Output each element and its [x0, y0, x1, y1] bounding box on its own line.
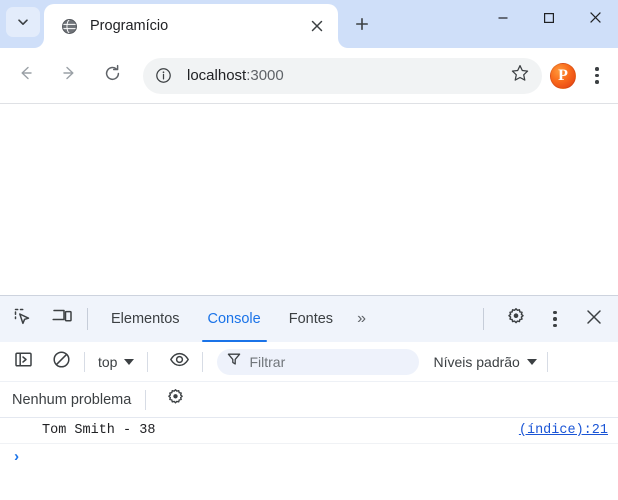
execution-context-selector[interactable]: top [93, 351, 139, 373]
star-icon [511, 64, 529, 87]
browser-menu-button[interactable] [582, 59, 612, 93]
devtools-panel: Elementos Console Fontes » top Filtrar N… [0, 295, 618, 500]
execution-context-label: top [98, 353, 118, 370]
eye-icon [169, 349, 190, 375]
devtools-tabbar: Elementos Console Fontes » [0, 296, 618, 342]
tab-search-button[interactable] [6, 7, 40, 37]
close-icon [586, 309, 602, 330]
arrow-left-icon [17, 64, 35, 87]
tab-fontes[interactable]: Fontes [275, 296, 347, 342]
window-minimize-button[interactable] [480, 0, 526, 40]
toolbar-divider [202, 351, 204, 372]
console-sidebar-toggle-button[interactable] [8, 347, 38, 377]
minimize-icon [497, 11, 509, 29]
new-tab-button[interactable] [348, 12, 376, 40]
console-source-link[interactable]: (índice):21 [519, 423, 608, 438]
clear-console-icon [52, 350, 71, 374]
console-filter-placeholder: Filtrar [249, 353, 286, 370]
maximize-icon [543, 11, 555, 29]
device-toolbar-icon [51, 306, 73, 332]
prompt-caret-icon: › [12, 448, 22, 466]
forward-button[interactable] [52, 59, 86, 93]
browser-titlebar: Programício [0, 0, 618, 48]
console-message-text: Tom Smith - 38 [42, 423, 156, 438]
filter-funnel-icon [227, 352, 241, 371]
console-input-prompt[interactable]: › [0, 444, 618, 470]
devtools-tabbar-right [474, 303, 618, 335]
inspect-element-icon [13, 307, 33, 332]
chevron-down-icon [124, 358, 135, 365]
console-sidebar-icon [14, 350, 33, 374]
three-dots-vertical-icon [553, 310, 557, 328]
url-host: localhost [187, 67, 247, 84]
console-toolbar: top Filtrar Níveis padrão [0, 342, 618, 382]
reload-button[interactable] [95, 59, 129, 93]
toolbar-divider [546, 351, 548, 372]
tab-close-button[interactable] [304, 13, 330, 39]
globe-icon [60, 17, 78, 35]
live-expression-button[interactable] [164, 347, 194, 377]
three-dots-vertical-icon [595, 67, 599, 84]
console-message-row[interactable]: Tom Smith - 38 (índice):21 [0, 418, 618, 444]
window-maximize-button[interactable] [526, 0, 572, 40]
arrow-right-icon [60, 64, 78, 87]
window-close-button[interactable] [572, 0, 618, 40]
browser-toolbar: localhost:3000 P [0, 48, 618, 104]
profile-avatar[interactable]: P [550, 62, 576, 89]
clear-console-button[interactable] [46, 347, 76, 377]
tab-label: Elementos [111, 311, 180, 327]
url-port: :3000 [246, 67, 284, 84]
tab-label: Console [207, 311, 261, 327]
browser-window: Programício localhost:3000 P Elementos C… [0, 0, 618, 500]
chevron-down-icon [16, 15, 30, 29]
window-controls [480, 0, 618, 40]
page-viewport [0, 105, 618, 295]
info-circle-icon[interactable] [151, 64, 175, 88]
address-bar[interactable]: localhost:3000 [143, 57, 542, 94]
inspect-element-button[interactable] [7, 303, 39, 335]
toolbar-divider [145, 389, 147, 410]
browser-tab[interactable]: Programício [44, 4, 338, 48]
plus-icon [355, 17, 369, 36]
chevron-down-icon [526, 358, 537, 365]
log-levels-label: Níveis padrão [433, 353, 520, 370]
tab-console[interactable]: Console [194, 296, 275, 342]
url-text: localhost:3000 [187, 67, 505, 84]
bookmark-button[interactable] [505, 61, 535, 91]
console-settings-button[interactable] [160, 385, 190, 415]
console-filter-input[interactable]: Filtrar [217, 348, 420, 375]
devtools-settings-button[interactable] [500, 303, 532, 335]
toolbar-divider [84, 351, 85, 372]
devtools-close-button[interactable] [578, 303, 610, 335]
toolbar-divider [483, 308, 484, 330]
device-toolbar-button[interactable] [46, 303, 78, 335]
tab-label: Fontes [288, 311, 334, 327]
settings-gear-icon [166, 388, 185, 412]
settings-gear-icon [506, 307, 526, 332]
reload-icon [103, 64, 122, 88]
back-button[interactable] [9, 59, 43, 93]
issues-status-text: Nenhum problema [12, 391, 132, 408]
console-log-levels-dropdown[interactable]: Níveis padrão [433, 353, 537, 370]
close-icon [589, 11, 602, 29]
console-output: Tom Smith - 38 (índice):21 › [0, 418, 618, 488]
toolbar-divider [87, 308, 88, 330]
toolbar-divider [147, 351, 149, 372]
more-tabs-button[interactable]: » [347, 296, 376, 342]
console-issues-bar: Nenhum problema [0, 382, 618, 418]
tab-title: Programício [90, 18, 169, 34]
tab-elementos[interactable]: Elementos [97, 296, 194, 342]
devtools-more-options-button[interactable] [539, 303, 571, 335]
